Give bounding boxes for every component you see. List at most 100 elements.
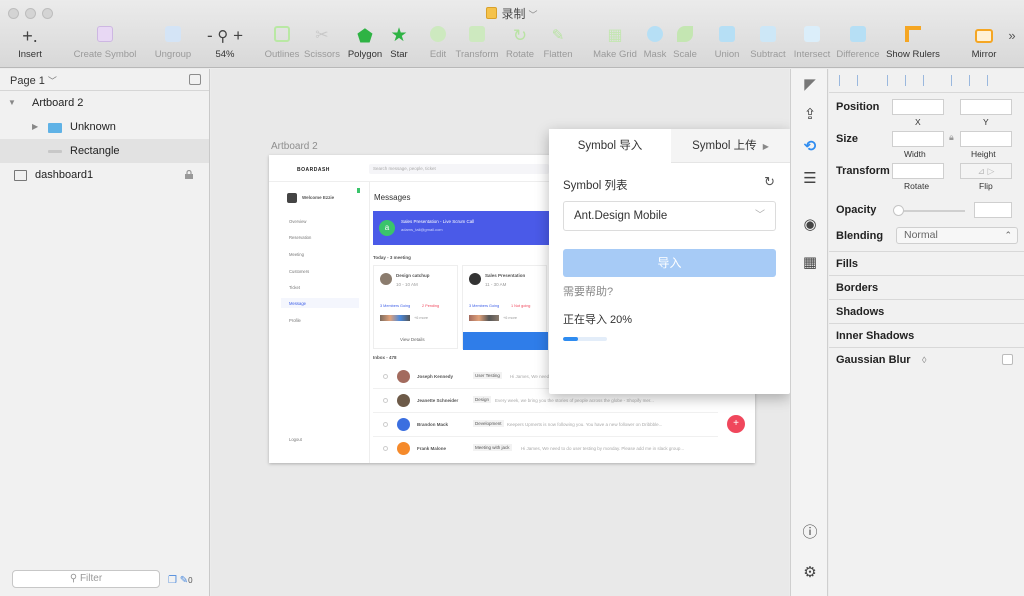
x-input[interactable]	[892, 99, 944, 115]
y-label: Y	[983, 117, 989, 127]
rotate-button[interactable]: ↻ Rotate	[504, 26, 536, 64]
height-input[interactable]	[960, 131, 1012, 147]
inner-shadows-section[interactable]: Inner Shadows	[829, 323, 1024, 347]
mockup-row-checkbox	[383, 398, 388, 403]
refresh-icon[interactable]: ↻	[764, 174, 775, 190]
gaussian-blur-section[interactable]: Gaussian Blur ◊	[829, 347, 1024, 371]
import-button[interactable]: 导入	[563, 249, 776, 277]
mockup-inbox-row: Brandon Mack Development Keepers Upmerts…	[373, 413, 718, 437]
layer-name: Artboard 2	[32, 97, 84, 109]
rotate-input[interactable]	[892, 163, 944, 179]
toggle-pages-icon[interactable]	[189, 74, 201, 85]
flip-label: Flip	[979, 181, 993, 191]
filter-input[interactable]: ⚲ Filter	[12, 570, 160, 588]
y-input[interactable]	[960, 99, 1012, 115]
table-icon[interactable]: ▦	[800, 253, 820, 273]
rotate-icon: ↻	[512, 26, 528, 45]
layer-dashboard1[interactable]: dashboard1	[0, 163, 209, 187]
page-selector[interactable]: Page 1 ﹀	[0, 69, 209, 91]
stepper-icon[interactable]: ◊	[922, 355, 926, 365]
artboard-label[interactable]: Artboard 2	[271, 141, 318, 152]
make-grid-button[interactable]: ▦ Make Grid	[590, 26, 640, 64]
insert-label: Insert	[18, 49, 42, 60]
symbol-library-select[interactable]: Ant.Design Mobile ﹀	[563, 201, 776, 231]
zoom-control[interactable]: - ⚲ + 54%	[200, 26, 250, 64]
alignment-toolbar[interactable]	[829, 69, 1024, 93]
transform-button[interactable]: Transform	[454, 26, 500, 64]
flatten-button[interactable]: ✎ Flatten	[540, 26, 576, 64]
layers-stack-icon[interactable]: ☰	[800, 169, 820, 189]
create-symbol-button[interactable]: Create Symbol	[72, 26, 138, 64]
lock-icon[interactable]	[185, 170, 193, 179]
lock-ratio-icon[interactable]: 🔒︎	[949, 132, 954, 143]
blending-select[interactable]: Normal ⌃	[896, 227, 1018, 244]
rotate-label: Rotate	[904, 181, 930, 191]
inner-shadows-label: Inner Shadows	[836, 330, 915, 342]
subtract-button[interactable]: Subtract	[746, 26, 790, 64]
tab-symbol-upload[interactable]: Symbol 上传 ▶	[671, 129, 790, 163]
opacity-slider[interactable]	[895, 210, 965, 212]
filter-placeholder: Filter	[79, 573, 103, 584]
scissors-button[interactable]: ✂ Scissors	[302, 26, 342, 64]
insert-button[interactable]: +. Insert	[10, 26, 50, 64]
opacity-slider-knob[interactable]	[893, 205, 904, 216]
intersect-button[interactable]: Intersect	[792, 26, 832, 64]
transform-icon	[469, 26, 485, 46]
mirror-button[interactable]: Mirror	[966, 26, 1002, 64]
palette-icon[interactable]: ◉	[800, 215, 820, 235]
mockup-brand: BOARDASH	[297, 167, 330, 173]
difference-label: Difference	[836, 49, 880, 60]
mockup-card-highlight	[463, 332, 548, 350]
folder-icon	[48, 123, 62, 133]
collapse-icon[interactable]: ◤	[800, 75, 820, 95]
mockup-row-tag: Development	[473, 420, 504, 427]
mockup-card-title: Sales Presentation	[485, 273, 526, 278]
tab-symbol-import[interactable]: Symbol 导入	[549, 129, 671, 164]
flip-buttons[interactable]: ⊿ ▷	[960, 163, 1012, 179]
star-button[interactable]: ★ Star	[388, 26, 410, 64]
width-input[interactable]	[892, 131, 944, 147]
x-label: X	[915, 117, 921, 127]
opacity-input[interactable]	[974, 202, 1012, 218]
mockup-row-avatar	[397, 418, 410, 431]
filter-options[interactable]: ❐ ✎0	[168, 575, 193, 586]
subtract-label: Subtract	[750, 49, 786, 60]
difference-button[interactable]: Difference	[834, 26, 882, 64]
edit-button[interactable]: Edit	[426, 26, 450, 64]
settings-icon[interactable]: ⚙	[800, 563, 820, 583]
outlines-button[interactable]: Outlines	[262, 26, 302, 64]
mockup-row-checkbox	[383, 374, 388, 379]
union-button[interactable]: Union	[712, 26, 742, 64]
mask-button[interactable]: Mask	[642, 26, 668, 64]
shadows-section[interactable]: Shadows	[829, 299, 1024, 323]
scale-icon	[677, 26, 693, 46]
width-label: Width	[904, 149, 926, 159]
scale-button[interactable]: Scale	[670, 26, 700, 64]
layer-unknown[interactable]: ▶ Unknown	[0, 115, 209, 139]
gaussian-blur-label: Gaussian Blur	[836, 354, 911, 366]
mockup-row-name: Joseph Kennedy	[417, 374, 454, 379]
gaussian-blur-checkbox[interactable]	[1002, 354, 1013, 365]
borders-section[interactable]: Borders	[829, 275, 1024, 299]
layer-rectangle[interactable]: Rectangle	[0, 139, 209, 163]
show-rulers-button[interactable]: Show Rulers	[886, 26, 940, 64]
import-progress-fill	[563, 337, 578, 341]
help-icon[interactable]: ⓘ	[800, 523, 820, 543]
import-progress-bar	[563, 337, 607, 341]
upload-icon[interactable]: ⇪	[800, 105, 820, 125]
polygon-button[interactable]: ⬟ Polygon	[344, 26, 386, 64]
help-link[interactable]: 需要帮助?	[563, 283, 613, 299]
sync-icon[interactable]: ⟲	[800, 137, 820, 157]
more-tools-button[interactable]: »	[1004, 28, 1020, 66]
mockup-row-checkbox	[383, 422, 388, 427]
layer-name: Rectangle	[70, 145, 120, 157]
layer-artboard-2[interactable]: ▼ Artboard 2	[0, 91, 209, 115]
fills-section[interactable]: Fills	[829, 251, 1024, 275]
ungroup-button[interactable]: Ungroup	[152, 26, 194, 64]
stepper-icon: ⌃	[1004, 230, 1012, 240]
intersect-icon	[804, 26, 820, 46]
position-label: Position	[836, 101, 880, 113]
window-title[interactable]: 录制 ﹀	[0, 5, 1024, 22]
mockup-user-avatar	[287, 193, 297, 203]
flatten-label: Flatten	[543, 49, 573, 60]
